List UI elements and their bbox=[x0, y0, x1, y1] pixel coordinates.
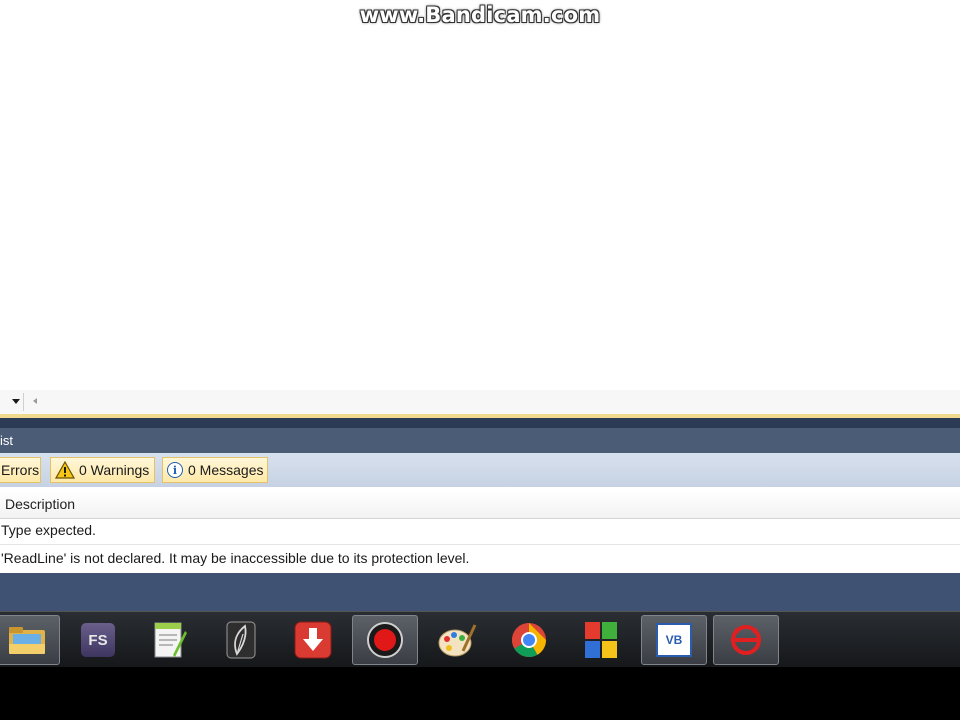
warnings-filter-label: 0 Warnings bbox=[79, 462, 150, 478]
taskbar-download-button[interactable] bbox=[280, 615, 346, 665]
panel-border bbox=[0, 418, 960, 428]
error-list-toolbar: Errors 0 Warnings i 0 Messages bbox=[0, 453, 960, 487]
taskbar-feather-button[interactable] bbox=[208, 615, 274, 665]
divider bbox=[23, 393, 24, 411]
messages-filter-label: 0 Messages bbox=[188, 462, 264, 478]
visual-basic-icon: VB bbox=[656, 623, 692, 657]
error-description: 'ReadLine' is not declared. It may be in… bbox=[1, 550, 470, 566]
code-editor-area[interactable] bbox=[0, 0, 960, 390]
taskbar-paint-button[interactable] bbox=[424, 615, 490, 665]
taskbar-fs-button[interactable]: FS bbox=[65, 615, 131, 665]
taskbar-windows-app-button[interactable] bbox=[568, 615, 634, 665]
fs-app-icon: FS bbox=[81, 623, 115, 657]
table-row[interactable]: 'ReadLine' is not declared. It may be in… bbox=[0, 548, 960, 572]
fs-icon-label: FS bbox=[88, 631, 108, 649]
explorer-folder-icon bbox=[9, 627, 45, 654]
description-column-header[interactable]: Description bbox=[5, 496, 75, 512]
vb-icon-label: VB bbox=[665, 633, 683, 647]
scroll-left-arrow-icon[interactable] bbox=[33, 398, 37, 404]
bandicam-watermark: www.Bandicam.com bbox=[359, 3, 601, 27]
chevron-down-icon[interactable] bbox=[12, 399, 20, 404]
warning-icon bbox=[55, 461, 75, 479]
chrome-icon bbox=[512, 623, 546, 657]
taskbar-explorer-button[interactable] bbox=[0, 615, 60, 665]
errors-filter-label: Errors bbox=[1, 462, 40, 478]
garena-icon bbox=[731, 625, 761, 655]
error-list-title: ist bbox=[0, 433, 13, 448]
error-description: Type expected. bbox=[1, 522, 96, 538]
paint-palette-icon bbox=[438, 624, 477, 657]
messages-filter-button[interactable]: i 0 Messages bbox=[162, 457, 268, 483]
info-icon: i bbox=[167, 462, 183, 478]
letterbox-bottom bbox=[0, 667, 960, 720]
feather-app-icon bbox=[226, 621, 256, 659]
panel-footer bbox=[0, 573, 960, 611]
error-list-header: ist bbox=[0, 428, 960, 453]
taskbar-chrome-button[interactable] bbox=[496, 615, 562, 665]
taskbar-notepadpp-button[interactable] bbox=[136, 615, 202, 665]
taskbar-bandicam-button[interactable] bbox=[352, 615, 418, 665]
grid-header: Description bbox=[0, 491, 960, 519]
notepad-plus-plus-icon bbox=[154, 622, 187, 658]
bandicam-record-icon bbox=[367, 622, 403, 658]
taskbar-garena-button[interactable] bbox=[713, 615, 779, 665]
taskbar-visual-basic-button[interactable]: VB bbox=[641, 615, 707, 665]
errors-filter-button[interactable]: Errors bbox=[0, 457, 41, 483]
windows-taskbar: FS VB bbox=[0, 611, 960, 668]
warnings-filter-button[interactable]: 0 Warnings bbox=[50, 457, 155, 483]
editor-navigation-bar bbox=[0, 390, 960, 415]
windows-flag-icon bbox=[585, 622, 617, 658]
error-list-grid: Description Type expected. 'ReadLine' is… bbox=[0, 487, 960, 573]
download-manager-icon bbox=[294, 621, 332, 659]
table-row[interactable]: Type expected. bbox=[0, 520, 960, 545]
